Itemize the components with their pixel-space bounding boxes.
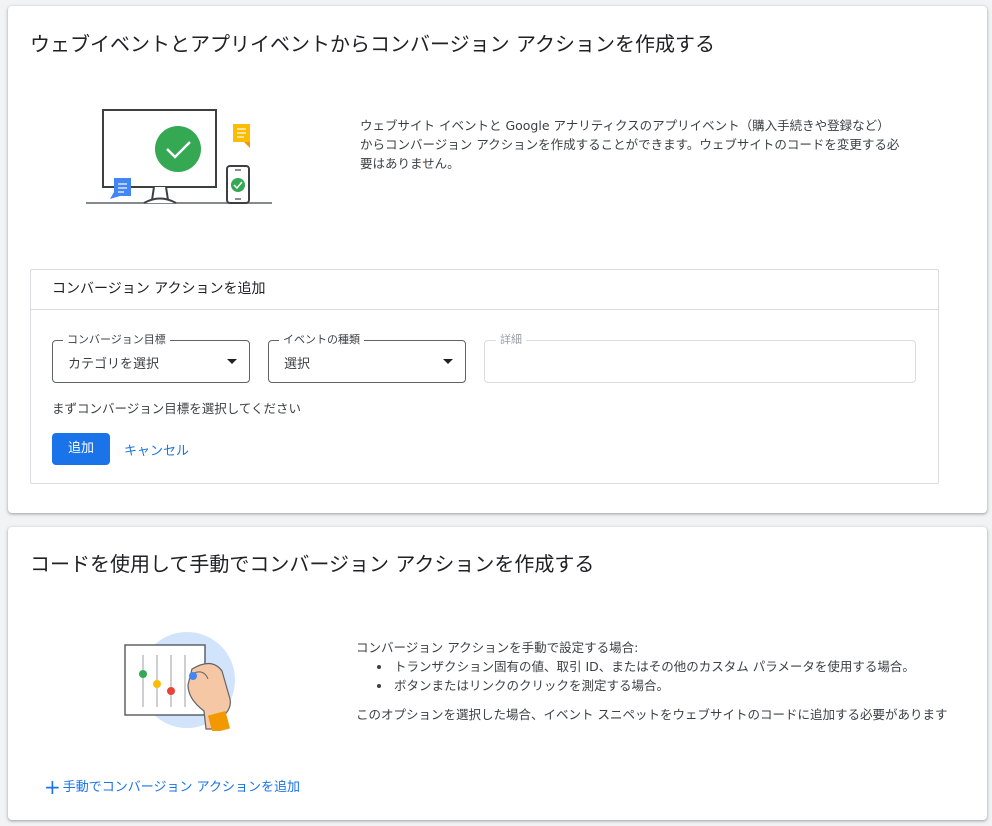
add-button[interactable]: 追加 [52,433,110,465]
add-panel-header: コンバージョン アクションを追加 [31,270,938,310]
web-app-events-card: ウェブイベントとアプリイベントからコンバージョン アクションを作成する ウェブサ… [8,6,987,513]
goal-hint-text: まずコンバージョン目標を選択してください [52,401,302,416]
manual-code-card: コードを使用して手動でコンバージョン アクションを作成する コンバージョン アク… [8,527,987,820]
manual-bullet-item: ボタンまたはリンクのクリックを測定する場合。 [374,676,958,695]
manual-bullets: トランザクション固有の値、取引 ID、またはその他のカスタム パラメータを使用す… [356,657,958,695]
event-type-value: 選択 [284,357,311,372]
conversion-goal-select[interactable]: コンバージョン目標 カテゴリを選択 [52,333,250,383]
event-type-select[interactable]: イベントの種類 選択 [268,333,466,383]
monitor-phone-check-illustration [84,104,274,208]
add-conversion-panel: コンバージョン アクションを追加 コンバージョン目標 カテゴリを選択 イベントの… [30,269,939,484]
cancel-button[interactable]: キャンセル [124,440,189,459]
detail-field-disabled: 詳細 [484,333,916,383]
manual-description: コンバージョン アクションを手動で設定する場合: トランザクション固有の値、取引… [356,638,958,724]
plus-icon: + [44,775,61,799]
sliders-hand-illustration [122,629,252,734]
dropdown-arrow-icon [227,359,237,364]
manual-intro: コンバージョン アクションを手動で設定する場合: [356,640,639,655]
manual-bullet-item: トランザクション固有の値、取引 ID、またはその他のカスタム パラメータを使用す… [374,657,958,676]
conversion-goal-value: カテゴリを選択 [68,357,160,372]
conversion-goal-label: コンバージョン目標 [63,333,170,347]
detail-label: 詳細 [496,333,526,347]
web-app-section-title: ウェブイベントとアプリイベントからコンバージョン アクションを作成する [30,32,715,56]
add-manual-conversion-link[interactable]: + 手動でコンバージョン アクションを追加 [44,775,300,799]
manual-section-title: コードを使用して手動でコンバージョン アクションを作成する [30,552,595,576]
manual-note: このオプションを選択した場合、イベント スニペットをウェブサイトのコードに追加す… [356,707,948,722]
event-type-label: イベントの種類 [279,333,364,347]
add-manual-conversion-label: 手動でコンバージョン アクションを追加 [62,780,300,795]
web-app-description: ウェブサイト イベントと Google アナリティクスのアプリイベント（購入手続… [360,118,900,171]
dropdown-arrow-icon [443,359,453,364]
